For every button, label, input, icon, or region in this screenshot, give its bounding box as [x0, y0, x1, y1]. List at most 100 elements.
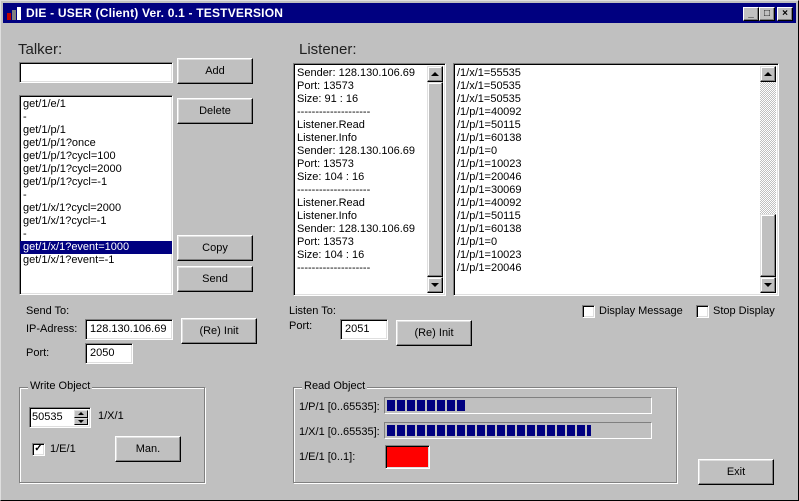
- talker-list-item[interactable]: get/1/p/1?once: [20, 137, 172, 150]
- listener-log-line[interactable]: --------------------: [294, 184, 445, 197]
- send-button-label: Send: [202, 273, 228, 285]
- write-e-checkbox[interactable]: ✓: [32, 443, 45, 456]
- listener-log-line[interactable]: Sender: 128.130.106.69: [294, 145, 445, 158]
- listener-value-line[interactable]: /1/p/1=0: [454, 145, 778, 158]
- scroll-down-icon: [764, 283, 772, 287]
- listen-to-heading: Listen To:: [289, 305, 336, 317]
- listener-values-scrollbar[interactable]: [760, 66, 776, 293]
- listener-log-line[interactable]: Size: 104 : 16: [294, 249, 445, 262]
- main-window: DIE - USER (Client) Ver. 0.1 - TESTVERSI…: [0, 0, 799, 501]
- write-x-label: 1/X/1: [98, 410, 124, 422]
- scroll-down-icon: [431, 283, 439, 287]
- listener-log-line[interactable]: Port: 13573: [294, 236, 445, 249]
- listener-log[interactable]: Sender: 128.130.106.69 Port: 13573 Size: 9…: [293, 63, 446, 296]
- scroll-thumb[interactable]: [427, 82, 443, 277]
- listener-log-line[interactable]: Sender: 128.130.106.69: [294, 223, 445, 236]
- title-bar[interactable]: DIE - USER (Client) Ver. 0.1 - TESTVERSI…: [3, 3, 796, 23]
- listener-log-line[interactable]: Size: 91 : 16: [294, 93, 445, 106]
- listener-log-line[interactable]: Listener.Read: [294, 119, 445, 132]
- talker-list-item[interactable]: get/1/p/1?cycl=2000: [20, 163, 172, 176]
- listener-value-line[interactable]: /1/x/1=50535: [454, 93, 778, 106]
- listener-log-line[interactable]: --------------------: [294, 262, 445, 275]
- listen-port-label: Port:: [289, 320, 313, 332]
- stop-display-label: Stop Display: [713, 305, 775, 317]
- delete-button-label: Delete: [199, 105, 231, 117]
- stop-display-checkbox[interactable]: [696, 305, 709, 318]
- read-object-legend: Read Object: [302, 380, 368, 392]
- listener-value-line[interactable]: /1/p/1=20046: [454, 262, 778, 275]
- read-x-fill: [387, 425, 591, 436]
- write-e-label: 1/E/1: [50, 443, 76, 455]
- listener-value-line[interactable]: /1/p/1=40092: [454, 106, 778, 119]
- listener-value-line[interactable]: /1/x/1=50535: [454, 80, 778, 93]
- add-button[interactable]: Add: [177, 58, 253, 84]
- values-scroll-down-button[interactable]: [760, 277, 776, 293]
- read-x-progress: [384, 422, 652, 439]
- listener-value-line[interactable]: /1/p/1=0: [454, 236, 778, 249]
- ip-address-field[interactable]: 128.130.106.69: [85, 319, 173, 340]
- read-p-fill: [387, 400, 466, 411]
- write-object-group: Write Object: [19, 380, 205, 483]
- talker-command-list[interactable]: get/1/e/1- get/1/p/1 get/1/p/1?once get/1/p…: [19, 95, 173, 295]
- spin-up-button[interactable]: [74, 410, 88, 418]
- delete-button[interactable]: Delete: [177, 98, 253, 124]
- listener-values[interactable]: /1/x/1=55535/1/x/1=50535/1/x/1=50535/1/p…: [453, 63, 779, 296]
- talker-list-item[interactable]: get/1/x/1?cycl=-1: [20, 215, 172, 228]
- listener-log-line[interactable]: Listener.Info: [294, 210, 445, 223]
- scroll-down-button[interactable]: [427, 277, 443, 293]
- send-reinit-label: (Re) Init: [199, 325, 239, 337]
- talker-list-item[interactable]: get/1/p/1?cycl=100: [20, 150, 172, 163]
- maximize-button[interactable]: □: [759, 7, 775, 21]
- listener-log-scrollbar[interactable]: [427, 66, 443, 293]
- scroll-up-button[interactable]: [427, 66, 443, 82]
- display-message-checkbox[interactable]: [582, 305, 595, 318]
- talker-list-item[interactable]: -: [20, 111, 172, 124]
- talker-input[interactable]: [19, 62, 173, 83]
- talker-list-item[interactable]: -: [20, 189, 172, 202]
- minimize-button[interactable]: _: [743, 7, 759, 21]
- listener-log-line[interactable]: --------------------: [294, 106, 445, 119]
- listen-reinit-button[interactable]: (Re) Init: [396, 320, 472, 346]
- listener-value-line[interactable]: /1/x/1=55535: [454, 67, 778, 80]
- send-button[interactable]: Send: [177, 266, 253, 292]
- listener-value-line[interactable]: /1/p/1=30069: [454, 184, 778, 197]
- listener-value-line[interactable]: /1/p/1=60138: [454, 223, 778, 236]
- talker-list-item[interactable]: get/1/p/1?cycl=-1: [20, 176, 172, 189]
- listener-log-line[interactable]: Port: 13573: [294, 80, 445, 93]
- spin-down-icon: [78, 419, 84, 423]
- values-scroll-up-button[interactable]: [760, 66, 776, 82]
- talker-list-item[interactable]: get/1/x/1?event=1000: [20, 241, 172, 254]
- talker-list-item[interactable]: get/1/p/1: [20, 124, 172, 137]
- values-scroll-thumb[interactable]: [760, 214, 776, 277]
- spin-up-icon: [78, 412, 84, 416]
- copy-button-label: Copy: [202, 242, 228, 254]
- listener-log-line[interactable]: Listener.Read: [294, 197, 445, 210]
- scroll-up-icon: [431, 72, 439, 76]
- write-x-spinner[interactable]: 50535: [29, 407, 91, 428]
- spin-down-button[interactable]: [74, 417, 88, 425]
- listener-value-line[interactable]: /1/p/1=50115: [454, 119, 778, 132]
- read-e-label: 1/E/1 [0..1]:: [299, 451, 356, 463]
- man-button[interactable]: Man.: [115, 436, 181, 462]
- listener-value-line[interactable]: /1/p/1=20046: [454, 171, 778, 184]
- listener-log-line[interactable]: Sender: 128.130.106.69: [294, 67, 445, 80]
- talker-list-item[interactable]: get/1/x/1?event=-1: [20, 254, 172, 267]
- listener-value-line[interactable]: /1/p/1=60138: [454, 132, 778, 145]
- close-button[interactable]: ×: [777, 7, 793, 21]
- listener-log-line[interactable]: Listener.Info: [294, 132, 445, 145]
- window-title: DIE - USER (Client) Ver. 0.1 - TESTVERSI…: [26, 6, 284, 20]
- listener-value-line[interactable]: /1/p/1=10023: [454, 249, 778, 262]
- copy-button[interactable]: Copy: [177, 235, 253, 261]
- send-reinit-button[interactable]: (Re) Init: [181, 318, 257, 344]
- listener-log-line[interactable]: Port: 13573: [294, 158, 445, 171]
- listener-value-line[interactable]: /1/p/1=10023: [454, 158, 778, 171]
- listener-value-line[interactable]: /1/p/1=40092: [454, 197, 778, 210]
- talker-list-item[interactable]: get/1/x/1?cycl=2000: [20, 202, 172, 215]
- listen-port-field[interactable]: 2051: [340, 319, 388, 340]
- talker-list-item[interactable]: -: [20, 228, 172, 241]
- listener-value-line[interactable]: /1/p/1=50115: [454, 210, 778, 223]
- listener-log-line[interactable]: Size: 104 : 16: [294, 171, 445, 184]
- send-port-field[interactable]: 2050: [85, 343, 133, 364]
- talker-list-item[interactable]: get/1/e/1: [20, 98, 172, 111]
- exit-button[interactable]: Exit: [698, 459, 774, 485]
